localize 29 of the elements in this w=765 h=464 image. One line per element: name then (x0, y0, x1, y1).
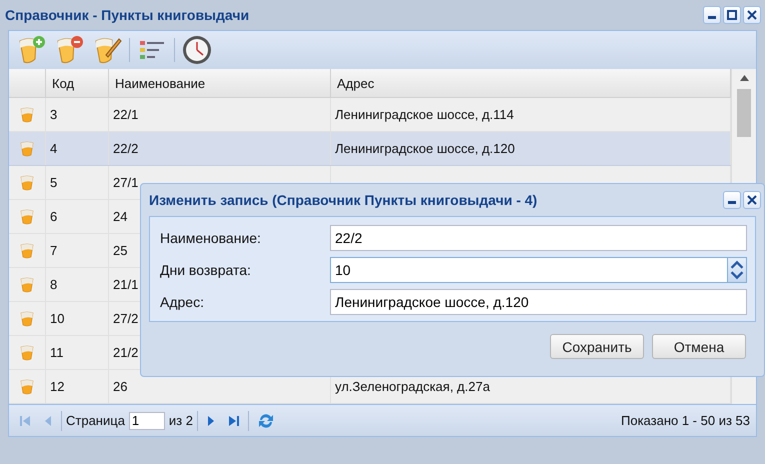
table-cell: 24 (113, 209, 128, 224)
page-count: из 2 (168, 413, 193, 428)
field-label: Дни возврата: (160, 262, 252, 278)
table-cell: 8 (50, 277, 58, 292)
table-cell: Лениниградское шоссе, д.114 (335, 107, 514, 122)
dialog-title: Изменить запись (Справочник Пункты книговыдачи - 4) (149, 192, 538, 208)
table-cell: 27/2 (113, 311, 138, 326)
table-cell: 25 (113, 243, 128, 258)
table-cell: 4 (50, 141, 58, 156)
field-label: Адрес: (160, 294, 205, 310)
table-cell: ул.Зеленоградская, д.27а (335, 379, 490, 394)
table-cell: 21/2 (113, 345, 138, 360)
table-cell: 5 (50, 175, 58, 190)
table-cell: Лениниградское шоссе, д.120 (335, 141, 515, 156)
table-cell: 6 (50, 209, 58, 224)
table-cell: 26 (113, 379, 128, 394)
table-cell: 21/1 (113, 277, 138, 292)
table-cell: 22/1 (113, 107, 138, 122)
table-cell: 12 (50, 379, 64, 394)
paging-summary: Показано 1 - 50 из 53 (621, 413, 750, 428)
window-title: Справочник - Пункты книговыдачи (5, 7, 250, 23)
field-label: Наименование: (160, 230, 262, 246)
table-cell: 3 (50, 107, 58, 122)
table-cell: 11 (50, 345, 64, 360)
table-cell: 7 (50, 243, 58, 258)
page-label: Страница (66, 413, 125, 428)
table-cell: 27/1 (113, 175, 138, 190)
table-cell: 10 (50, 311, 64, 326)
table-cell: 22/2 (113, 141, 138, 156)
